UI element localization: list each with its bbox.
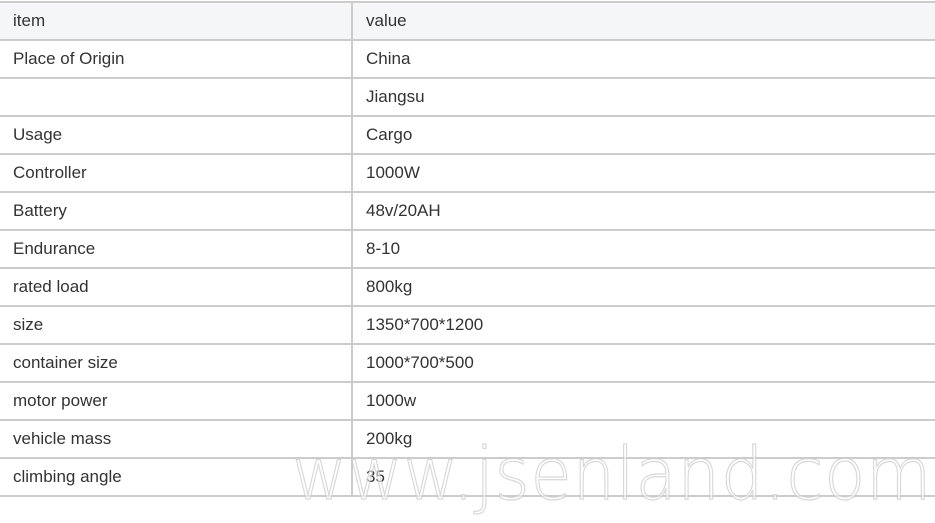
- row-value: 1000w: [352, 381, 935, 421]
- row-value: 800kg: [352, 267, 935, 307]
- row-value: 1000*700*500: [352, 343, 935, 383]
- row-item: size: [0, 305, 353, 345]
- row-item: Usage: [0, 115, 353, 155]
- table-row: climbing angle 35: [0, 457, 935, 497]
- table-row: container size 1000*700*500: [0, 343, 935, 383]
- table-row: rated load 800kg: [0, 267, 935, 307]
- row-item: Place of Origin: [0, 39, 353, 79]
- table-row: Jiangsu: [0, 77, 935, 117]
- table-row: size 1350*700*1200: [0, 305, 935, 345]
- table-row: Place of Origin China: [0, 39, 935, 79]
- row-value: 35: [352, 457, 935, 497]
- row-value: 1000W: [352, 153, 935, 193]
- table-header-row: item value: [0, 1, 935, 41]
- row-item: Controller: [0, 153, 353, 193]
- row-item: [0, 77, 353, 117]
- row-value: Cargo: [352, 115, 935, 155]
- row-value: Jiangsu: [352, 77, 935, 117]
- row-item: vehicle mass: [0, 419, 353, 459]
- row-item: container size: [0, 343, 353, 383]
- table-row: Endurance 8-10: [0, 229, 935, 269]
- spec-table: item value Place of Origin China Jiangsu…: [0, 1, 935, 497]
- row-item: Battery: [0, 191, 353, 231]
- row-item: climbing angle: [0, 457, 353, 497]
- header-value: value: [352, 1, 935, 41]
- row-value: 200kg: [352, 419, 935, 459]
- row-item: rated load: [0, 267, 353, 307]
- header-item: item: [0, 1, 353, 41]
- row-value: 1350*700*1200: [352, 305, 935, 345]
- row-item: Endurance: [0, 229, 353, 269]
- row-value: 48v/20AH: [352, 191, 935, 231]
- table-row: Battery 48v/20AH: [0, 191, 935, 231]
- table-row: motor power 1000w: [0, 381, 935, 421]
- table-row: Usage Cargo: [0, 115, 935, 155]
- row-item: motor power: [0, 381, 353, 421]
- table-row: vehicle mass 200kg: [0, 419, 935, 459]
- row-value: China: [352, 39, 935, 79]
- table-row: Controller 1000W: [0, 153, 935, 193]
- row-value: 8-10: [352, 229, 935, 269]
